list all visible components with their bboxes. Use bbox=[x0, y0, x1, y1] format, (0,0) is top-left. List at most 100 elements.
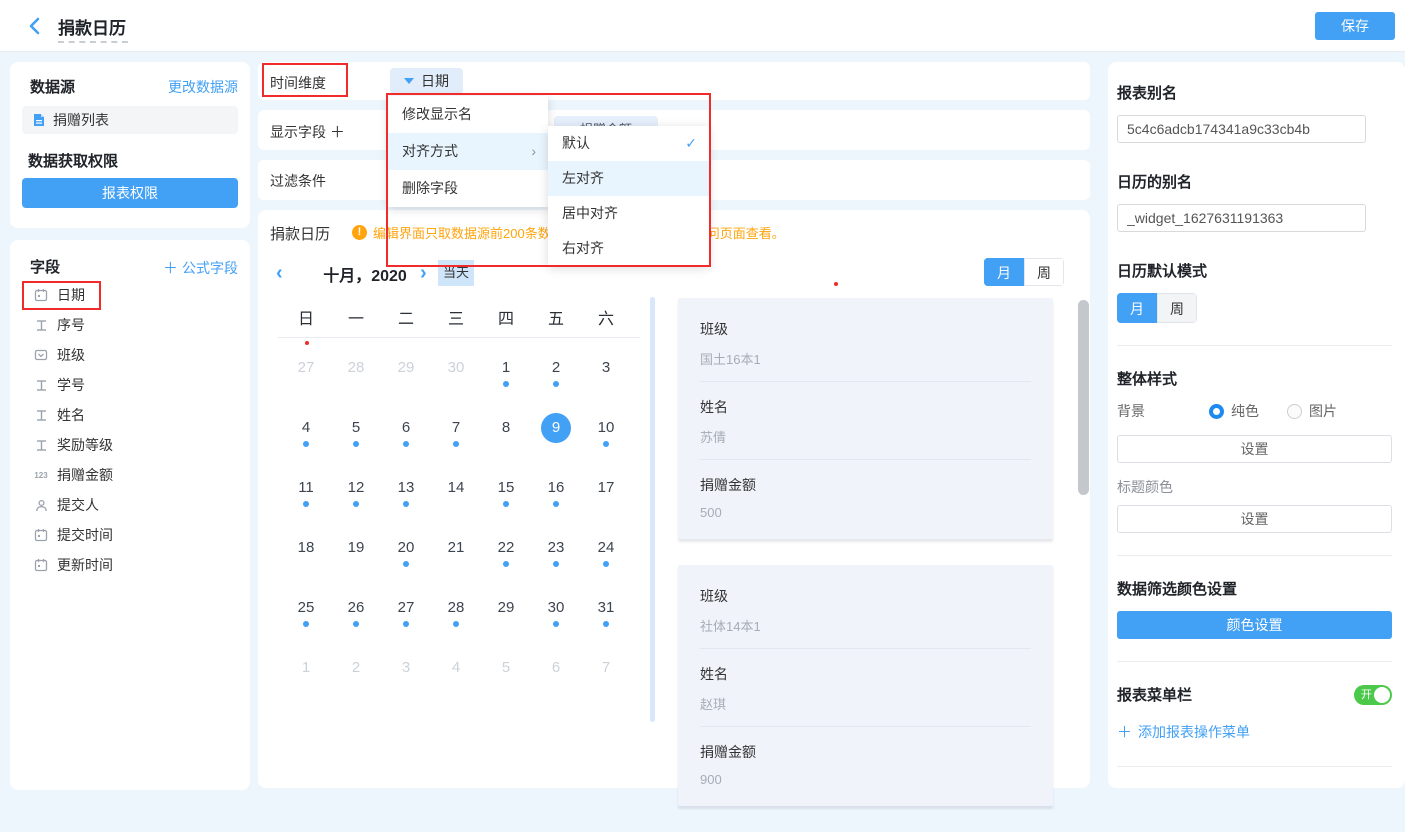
back-icon[interactable] bbox=[24, 15, 46, 37]
datasource-item[interactable]: 捐赠列表 bbox=[22, 106, 238, 134]
month-week-toggle: 月 周 bbox=[984, 258, 1064, 286]
calendar-day[interactable]: 29 bbox=[481, 583, 531, 643]
calendar-day[interactable]: 9 bbox=[531, 403, 581, 463]
default-mode-week-button[interactable]: 周 bbox=[1157, 293, 1197, 323]
calendar-day[interactable]: 26 bbox=[331, 583, 381, 643]
calendar-day[interactable]: 16 bbox=[531, 463, 581, 523]
calendar-day[interactable]: 1 bbox=[481, 343, 531, 403]
time-dimension-dropdown[interactable]: 日期 bbox=[390, 68, 463, 94]
calendar-day[interactable]: 6 bbox=[381, 403, 431, 463]
menu-item-align[interactable]: 对齐方式› bbox=[388, 133, 548, 170]
field-item[interactable]: 提交时间 bbox=[10, 520, 250, 550]
field-item[interactable]: 序号 bbox=[10, 310, 250, 340]
calendar-day[interactable]: 24 bbox=[581, 523, 631, 583]
field-item[interactable]: 123捐赠金额 bbox=[10, 460, 250, 490]
event-dot bbox=[403, 621, 409, 627]
calendar-day[interactable]: 18 bbox=[281, 523, 331, 583]
default-mode-month-button[interactable]: 月 bbox=[1117, 293, 1157, 323]
submenu-item-right[interactable]: 右对齐 bbox=[548, 231, 709, 266]
calendar-day[interactable]: 30 bbox=[531, 583, 581, 643]
menu-item-rename[interactable]: 修改显示名 bbox=[388, 96, 548, 133]
calendar-day[interactable]: 5 bbox=[481, 643, 531, 703]
menu-bar-toggle[interactable]: 开 bbox=[1354, 685, 1392, 705]
calendar-day[interactable]: 3 bbox=[581, 343, 631, 403]
submenu-item-default[interactable]: 默认✓ bbox=[548, 126, 709, 161]
calendar-day[interactable]: 25 bbox=[281, 583, 331, 643]
calendar-alias-input[interactable] bbox=[1117, 204, 1366, 232]
event-dot bbox=[503, 381, 509, 387]
calendar-day[interactable]: 21 bbox=[431, 523, 481, 583]
add-report-menu-link[interactable]: ＋ 添加报表操作菜单 bbox=[1117, 721, 1395, 742]
calendar-day[interactable]: 4 bbox=[431, 643, 481, 703]
calendar-day[interactable]: 14 bbox=[431, 463, 481, 523]
submenu-item-left[interactable]: 左对齐 bbox=[548, 161, 709, 196]
detail-field-value: 社体14本1 bbox=[700, 616, 1031, 635]
calendar-day[interactable]: 4 bbox=[281, 403, 331, 463]
submenu-item-center[interactable]: 居中对齐 bbox=[548, 196, 709, 231]
save-button[interactable]: 保存 bbox=[1315, 12, 1395, 40]
add-display-field-icon[interactable]: ＋ bbox=[330, 124, 345, 141]
field-item-label: 奖励等级 bbox=[57, 435, 113, 455]
detail-card[interactable]: 班级社体14本1姓名赵琪捐赠金额900 bbox=[678, 565, 1053, 806]
calendar-day[interactable]: 27 bbox=[281, 343, 331, 403]
calendar-day[interactable]: 6 bbox=[531, 643, 581, 703]
calendar-day[interactable]: 17 bbox=[581, 463, 631, 523]
calendar-day[interactable]: 11 bbox=[281, 463, 331, 523]
calendar-day[interactable]: 12 bbox=[331, 463, 381, 523]
day-number: 1 bbox=[302, 657, 310, 679]
calendar-day[interactable]: 5 bbox=[331, 403, 381, 463]
change-datasource-link[interactable]: 更改数据源 bbox=[168, 77, 238, 97]
field-item[interactable]: 日期 bbox=[10, 280, 250, 310]
prev-month-icon[interactable]: ‹ bbox=[276, 260, 283, 286]
add-formula-field-link[interactable]: ＋ 公式字段 bbox=[163, 257, 238, 278]
detail-card-row: 捐赠金额500 bbox=[700, 460, 1031, 533]
radio-solid-color[interactable] bbox=[1209, 404, 1224, 419]
detail-card[interactable]: 班级国土16本1姓名苏倩捐赠金额500 bbox=[678, 298, 1053, 539]
calendar-day[interactable]: 15 bbox=[481, 463, 531, 523]
color-setting-button[interactable]: 颜色设置 bbox=[1117, 611, 1392, 639]
detail-cards-scrollbar[interactable] bbox=[1078, 300, 1089, 495]
calendar-day[interactable]: 8 bbox=[481, 403, 531, 463]
detail-field-label: 班级 bbox=[700, 319, 1031, 339]
field-item[interactable]: 更新时间 bbox=[10, 550, 250, 580]
calendar-day[interactable]: 22 bbox=[481, 523, 531, 583]
today-button[interactable]: 当天 bbox=[438, 260, 474, 286]
calendar-day[interactable]: 19 bbox=[331, 523, 381, 583]
event-dot bbox=[453, 441, 459, 447]
filter-color-title: 数据筛选颜色设置 bbox=[1117, 578, 1395, 599]
radio-image[interactable] bbox=[1287, 404, 1302, 419]
event-dot bbox=[503, 561, 509, 567]
field-item[interactable]: 班级 bbox=[10, 340, 250, 370]
field-item[interactable]: 姓名 bbox=[10, 400, 250, 430]
person-icon bbox=[33, 497, 49, 513]
month-view-button[interactable]: 月 bbox=[984, 258, 1024, 286]
calendar-day[interactable]: 2 bbox=[531, 343, 581, 403]
calendar-day[interactable]: 29 bbox=[381, 343, 431, 403]
calendar-day[interactable]: 10 bbox=[581, 403, 631, 463]
calendar-day[interactable]: 28 bbox=[431, 583, 481, 643]
field-item[interactable]: 奖励等级 bbox=[10, 430, 250, 460]
calendar-day[interactable]: 3 bbox=[381, 643, 431, 703]
report-permission-button[interactable]: 报表权限 bbox=[22, 178, 238, 208]
calendar-day[interactable]: 7 bbox=[581, 643, 631, 703]
field-item[interactable]: 提交人 bbox=[10, 490, 250, 520]
field-item-label: 更新时间 bbox=[57, 555, 113, 575]
calendar-day[interactable]: 2 bbox=[331, 643, 381, 703]
calendar-day[interactable]: 28 bbox=[331, 343, 381, 403]
report-alias-input[interactable] bbox=[1117, 115, 1366, 143]
calendar-day[interactable]: 31 bbox=[581, 583, 631, 643]
next-month-icon[interactable]: › bbox=[420, 260, 427, 286]
calendar-day[interactable]: 1 bbox=[281, 643, 331, 703]
title-color-setting-button[interactable]: 设置 bbox=[1117, 505, 1392, 533]
background-setting-button[interactable]: 设置 bbox=[1117, 435, 1392, 463]
calendar-day[interactable]: 7 bbox=[431, 403, 481, 463]
image-option: 图片 bbox=[1309, 401, 1337, 421]
calendar-day[interactable]: 27 bbox=[381, 583, 431, 643]
calendar-day[interactable]: 23 bbox=[531, 523, 581, 583]
menu-item-delete[interactable]: 删除字段 bbox=[388, 170, 548, 207]
calendar-day[interactable]: 30 bbox=[431, 343, 481, 403]
week-view-button[interactable]: 周 bbox=[1024, 258, 1064, 286]
field-item[interactable]: 学号 bbox=[10, 370, 250, 400]
calendar-day[interactable]: 13 bbox=[381, 463, 431, 523]
calendar-day[interactable]: 20 bbox=[381, 523, 431, 583]
